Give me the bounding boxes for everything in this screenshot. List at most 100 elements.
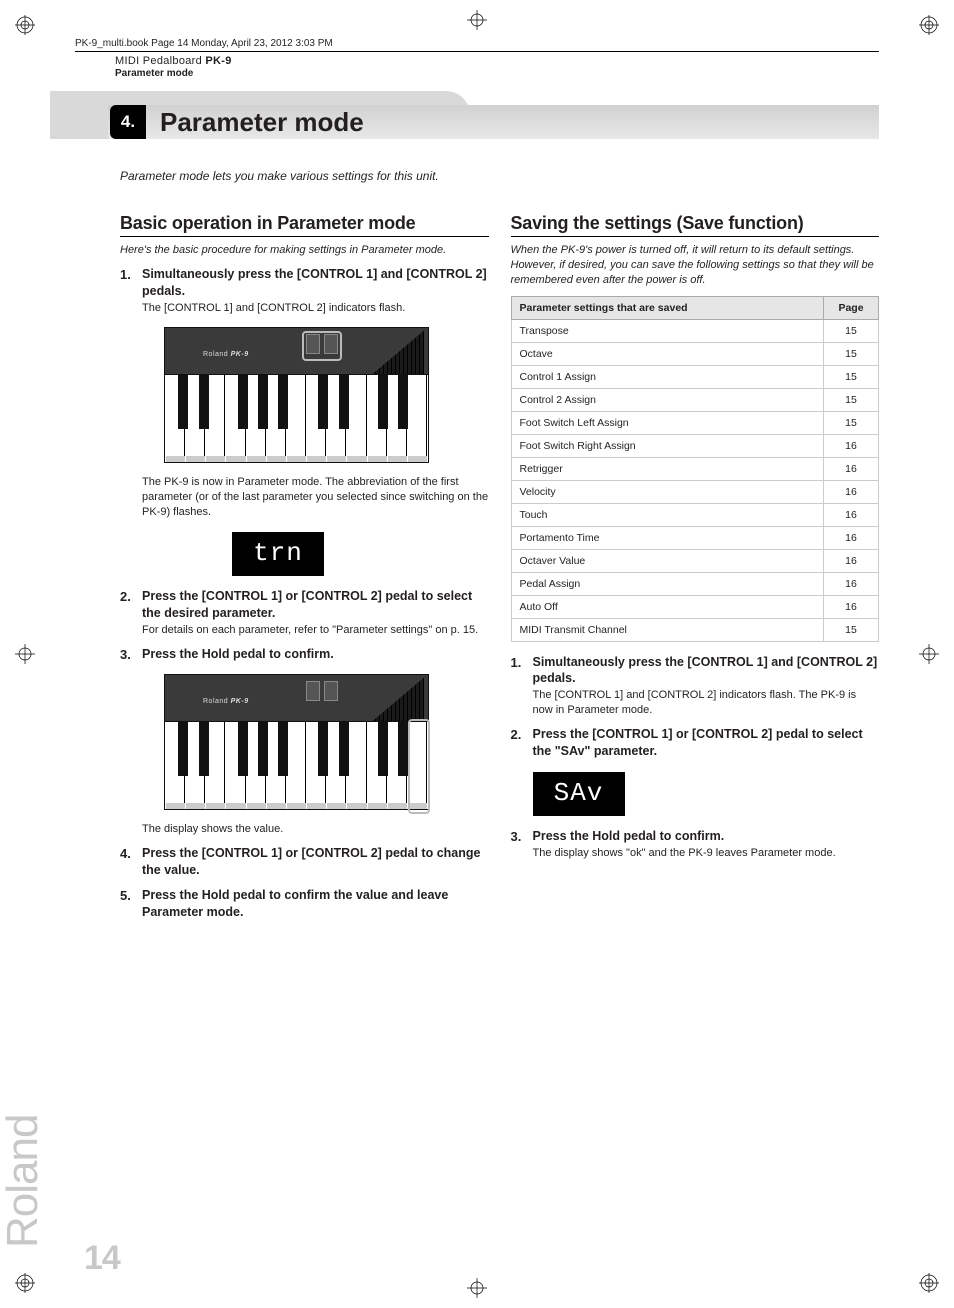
crop-mark-icon bbox=[467, 10, 487, 30]
param-name-cell: Touch bbox=[511, 503, 824, 526]
brand-watermark: Roland bbox=[0, 1115, 48, 1248]
table-row: Octave15 bbox=[511, 342, 879, 365]
param-page-cell: 15 bbox=[824, 618, 879, 641]
step-head: Press the [CONTROL 1] or [CONTROL 2] ped… bbox=[142, 845, 489, 879]
table-row: Control 2 Assign15 bbox=[511, 388, 879, 411]
pedalboard-model-label: PK-9 bbox=[231, 698, 249, 705]
table-row: Foot Switch Left Assign15 bbox=[511, 411, 879, 434]
table-row: Retrigger16 bbox=[511, 457, 879, 480]
step-body: The [CONTROL 1] and [CONTROL 2] indicato… bbox=[142, 301, 489, 316]
step-head: Simultaneously press the [CONTROL 1] and… bbox=[142, 266, 489, 300]
step-note: The PK-9 is now in Parameter mode. The a… bbox=[142, 475, 489, 520]
pedalboard-figure: Roland PK-9 bbox=[164, 674, 489, 810]
param-page-cell: 16 bbox=[824, 526, 879, 549]
crop-mark-icon bbox=[919, 644, 939, 664]
param-name-cell: Octave bbox=[511, 342, 824, 365]
lcd-display: SAv bbox=[533, 772, 625, 816]
step-head: Press the Hold pedal to confirm. bbox=[533, 828, 880, 845]
step-head: Press the Hold pedal to confirm the valu… bbox=[142, 887, 489, 921]
step-item: Press the [CONTROL 1] or [CONTROL 2] ped… bbox=[120, 845, 489, 879]
table-row: Pedal Assign16 bbox=[511, 572, 879, 595]
step-body: For details on each parameter, refer to … bbox=[142, 623, 489, 638]
step-item: Simultaneously press the [CONTROL 1] and… bbox=[511, 654, 880, 718]
param-page-cell: 15 bbox=[824, 342, 879, 365]
param-page-cell: 16 bbox=[824, 480, 879, 503]
param-page-cell: 16 bbox=[824, 572, 879, 595]
param-name-cell: Control 2 Assign bbox=[511, 388, 824, 411]
param-page-cell: 16 bbox=[824, 457, 879, 480]
step-head: Simultaneously press the [CONTROL 1] and… bbox=[533, 654, 880, 688]
step-note: The display shows the value. bbox=[142, 822, 489, 837]
section-intro: Here's the basic procedure for making se… bbox=[120, 243, 489, 258]
chapter-intro: Parameter mode lets you make various set… bbox=[120, 169, 879, 183]
saved-parameters-table: Parameter settings that are saved Page T… bbox=[511, 296, 880, 642]
table-row: Velocity16 bbox=[511, 480, 879, 503]
expression-pedal-icon bbox=[372, 677, 424, 721]
step-item: Press the Hold pedal to confirm the valu… bbox=[120, 887, 489, 921]
param-name-cell: Control 1 Assign bbox=[511, 365, 824, 388]
crop-mark-icon bbox=[15, 644, 35, 664]
chapter-title-bar: 4. Parameter mode bbox=[50, 91, 879, 139]
table-header-param: Parameter settings that are saved bbox=[511, 296, 824, 319]
step-item: Press the [CONTROL 1] or [CONTROL 2] ped… bbox=[120, 588, 489, 638]
lcd-display: trn bbox=[232, 532, 324, 576]
product-model: PK-9 bbox=[205, 55, 231, 67]
pedal-keys-icon bbox=[164, 722, 429, 810]
param-name-cell: Transpose bbox=[511, 319, 824, 342]
param-page-cell: 16 bbox=[824, 434, 879, 457]
param-name-cell: Octaver Value bbox=[511, 549, 824, 572]
pedal-keys-icon bbox=[164, 375, 429, 463]
step-body: The [CONTROL 1] and [CONTROL 2] indicato… bbox=[533, 688, 880, 718]
param-page-cell: 16 bbox=[824, 549, 879, 572]
step-head: Press the [CONTROL 1] or [CONTROL 2] ped… bbox=[142, 588, 489, 622]
product-line-text: MIDI Pedalboard bbox=[115, 55, 205, 67]
param-name-cell: Auto Off bbox=[511, 595, 824, 618]
control-pedals-highlight bbox=[302, 331, 342, 361]
registration-mark-icon bbox=[15, 15, 35, 35]
param-page-cell: 15 bbox=[824, 411, 879, 434]
table-row: Control 1 Assign15 bbox=[511, 365, 879, 388]
pedalboard-model-label: PK-9 bbox=[231, 351, 249, 358]
pedalboard-figure: Roland PK-9 bbox=[164, 327, 489, 463]
running-header: Parameter mode bbox=[115, 68, 879, 79]
param-page-cell: 15 bbox=[824, 319, 879, 342]
step-item: Simultaneously press the [CONTROL 1] and… bbox=[120, 266, 489, 576]
param-page-cell: 16 bbox=[824, 503, 879, 526]
table-row: Transpose15 bbox=[511, 319, 879, 342]
registration-mark-icon bbox=[919, 1273, 939, 1293]
hold-pedal-highlight bbox=[408, 719, 430, 814]
step-head: Press the [CONTROL 1] or [CONTROL 2] ped… bbox=[533, 726, 880, 760]
table-row: Auto Off16 bbox=[511, 595, 879, 618]
param-name-cell: Velocity bbox=[511, 480, 824, 503]
expression-pedal-icon bbox=[372, 330, 424, 374]
product-line: MIDI Pedalboard PK-9 bbox=[115, 55, 879, 67]
table-header-page: Page bbox=[824, 296, 879, 319]
param-name-cell: Foot Switch Right Assign bbox=[511, 434, 824, 457]
registration-mark-icon bbox=[919, 15, 939, 35]
crop-mark-icon bbox=[467, 1278, 487, 1298]
step-head: Press the Hold pedal to confirm. bbox=[142, 646, 489, 663]
param-page-cell: 16 bbox=[824, 595, 879, 618]
section-intro: When the PK-9's power is turned off, it … bbox=[511, 243, 880, 288]
param-name-cell: Portamento Time bbox=[511, 526, 824, 549]
table-row: Portamento Time16 bbox=[511, 526, 879, 549]
table-row: Touch16 bbox=[511, 503, 879, 526]
page-number: 14 bbox=[84, 1239, 120, 1278]
lcd-text: SAv bbox=[554, 776, 604, 811]
table-row: Octaver Value16 bbox=[511, 549, 879, 572]
section-heading-saving: Saving the settings (Save function) bbox=[511, 213, 880, 237]
param-name-cell: Pedal Assign bbox=[511, 572, 824, 595]
step-item: Press the Hold pedal to confirm. Roland … bbox=[120, 646, 489, 838]
lcd-text: trn bbox=[253, 536, 303, 571]
chapter-title: Parameter mode bbox=[160, 105, 364, 139]
step-item: Press the [CONTROL 1] or [CONTROL 2] ped… bbox=[511, 726, 880, 816]
source-file-header: PK-9_multi.book Page 14 Monday, April 23… bbox=[75, 38, 879, 52]
param-name-cell: Retrigger bbox=[511, 457, 824, 480]
left-column: Basic operation in Parameter mode Here's… bbox=[120, 213, 489, 929]
param-name-cell: Foot Switch Left Assign bbox=[511, 411, 824, 434]
step-body: The display shows "ok" and the PK-9 leav… bbox=[533, 846, 880, 861]
param-name-cell: MIDI Transmit Channel bbox=[511, 618, 824, 641]
step-item: Press the Hold pedal to confirm. The dis… bbox=[511, 828, 880, 861]
section-heading-basic-operation: Basic operation in Parameter mode bbox=[120, 213, 489, 237]
param-page-cell: 15 bbox=[824, 365, 879, 388]
